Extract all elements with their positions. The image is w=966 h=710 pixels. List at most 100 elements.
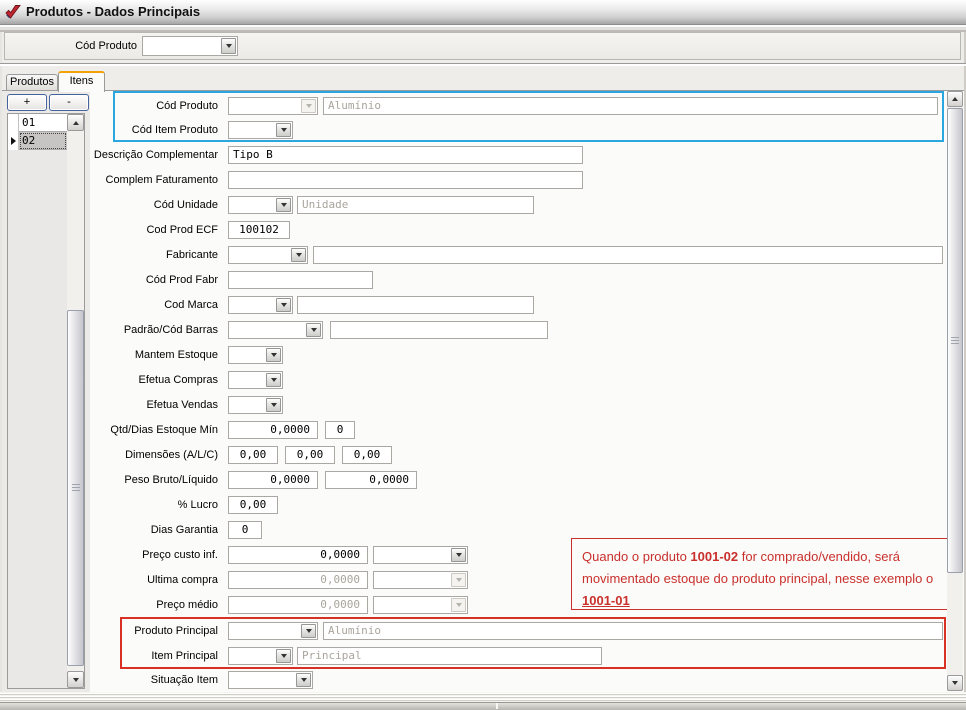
chevron-down-icon[interactable]	[266, 348, 281, 362]
scroll-up-icon[interactable]	[947, 91, 963, 107]
cod-prod-fabr-input[interactable]	[228, 271, 373, 289]
fabricante-desc-input[interactable]	[313, 246, 943, 264]
label-complem-faturamento: Complem Faturamento	[92, 171, 218, 189]
chevron-down-icon[interactable]	[301, 624, 316, 638]
label-produto-principal: Produto Principal	[92, 622, 218, 640]
chevron-down-icon[interactable]	[266, 398, 281, 412]
window-bottom-bar	[0, 702, 966, 710]
item-principal-desc-input[interactable]: Principal	[297, 647, 602, 665]
panel-border	[2, 90, 964, 91]
chevron-down-icon[interactable]	[266, 373, 281, 387]
bottom-bar-divider	[496, 703, 498, 709]
tab-produtos[interactable]: Produtos	[6, 74, 58, 91]
mantem-estoque-select[interactable]: S-Sim	[228, 346, 283, 364]
window-title: Produtos - Dados Principais	[26, 0, 200, 24]
label-efetua-vendas: Efetua Vendas	[92, 396, 218, 414]
dias-garantia-input[interactable]: 0	[228, 521, 262, 539]
chevron-down-icon[interactable]	[221, 38, 236, 54]
scroll-down-icon[interactable]	[67, 671, 84, 688]
cod-produto-toolbar-label: Cód Produto	[40, 32, 137, 60]
peso-liquido-input[interactable]: 0,0000	[325, 471, 417, 489]
produto-principal-desc-input[interactable]: Alumínio	[323, 622, 943, 640]
complem-faturamento-input[interactable]	[228, 171, 583, 189]
status-strip	[0, 692, 966, 702]
chevron-down-icon[interactable]	[301, 99, 316, 113]
efetua-compras-select[interactable]: S-Sim	[228, 371, 283, 389]
preco-medio-date-select[interactable]	[373, 596, 468, 614]
scroll-grip-icon	[72, 484, 80, 492]
descricao-complementar-input[interactable]: Tipo B	[228, 146, 583, 164]
cod-prod-ecf-input[interactable]: 100102	[228, 221, 290, 239]
toolbar-separator	[0, 63, 966, 66]
label-cod-prod-fabr: Cód Prod Fabr	[92, 271, 218, 289]
label-ultima-compra: Ultima compra	[92, 571, 218, 589]
cod-item-produto-select[interactable]: 02	[228, 121, 293, 139]
cod-produto-select[interactable]: 1001	[228, 97, 318, 115]
list-item[interactable]: 01	[8, 114, 67, 132]
scroll-grip-icon	[951, 337, 959, 345]
fabricante-select[interactable]	[228, 246, 308, 264]
cod-produto-desc-input[interactable]: Alumínio	[323, 97, 938, 115]
label-preco-medio: Preço médio	[92, 596, 218, 614]
annotation-note: Quando o produto 1001-02 for comprado/ve…	[571, 538, 948, 610]
preco-medio-input[interactable]: 0,0000	[228, 596, 368, 614]
row-marker	[8, 132, 19, 150]
note-product-code: 1001-02	[690, 549, 738, 564]
chevron-down-icon[interactable]	[276, 198, 291, 212]
label-cod-item-produto: Cód Item Produto	[92, 121, 218, 139]
dimensao-altura-input[interactable]: 0,00	[228, 446, 278, 464]
label-dimensoes: Dimensões (A/L/C)	[92, 446, 218, 464]
padrao-cod-barras-select[interactable]: EAN13	[228, 321, 323, 339]
chevron-down-icon[interactable]	[296, 673, 311, 687]
cod-unidade-select[interactable]: UN	[228, 196, 293, 214]
label-cod-marca: Cod Marca	[92, 296, 218, 314]
dimensao-largura-input[interactable]: 0,00	[285, 446, 335, 464]
item-principal-select[interactable]: 01	[228, 647, 293, 665]
label-cod-unidade: Cód Unidade	[92, 196, 218, 214]
scroll-up-icon[interactable]	[67, 114, 84, 131]
current-row-pointer-icon	[11, 137, 16, 145]
add-item-button[interactable]: +	[7, 94, 47, 111]
ultima-compra-date-select[interactable]	[373, 571, 468, 589]
produto-principal-select[interactable]: 1001	[228, 622, 318, 640]
label-padrao-cod-barras: Padrão/Cód Barras	[92, 321, 218, 339]
note-principal-code: 1001-01	[582, 593, 630, 608]
dias-estoque-min-input[interactable]: 0	[325, 421, 355, 439]
label-cod-prod-ecf: Cod Prod ECF	[92, 221, 218, 239]
cod-marca-desc-input[interactable]	[297, 296, 534, 314]
peso-bruto-input[interactable]: 0,0000	[228, 471, 318, 489]
lucro-input[interactable]: 0,00	[228, 496, 278, 514]
dimensao-comprimento-input[interactable]: 0,00	[342, 446, 392, 464]
situacao-item-select[interactable]: A-Ativo	[228, 671, 313, 689]
list-scrollbar-thumb[interactable]	[67, 310, 84, 666]
ultima-compra-input[interactable]: 0,0000	[228, 571, 368, 589]
chevron-down-icon[interactable]	[291, 248, 306, 262]
cod-marca-select[interactable]	[228, 296, 293, 314]
label-lucro: % Lucro	[92, 496, 218, 514]
row-marker	[8, 114, 19, 132]
app-window: Produtos - Dados Principais Cód Produto …	[0, 0, 966, 710]
label-item-principal: Item Principal	[92, 647, 218, 665]
chevron-down-icon[interactable]	[276, 298, 291, 312]
list-item-selected[interactable]: 02	[8, 132, 67, 150]
cod-unidade-desc-input[interactable]: Unidade	[297, 196, 534, 214]
tab-itens[interactable]: Itens	[58, 71, 105, 92]
chevron-down-icon[interactable]	[451, 598, 466, 612]
efetua-vendas-select[interactable]: S-Sim	[228, 396, 283, 414]
chevron-down-icon[interactable]	[451, 573, 466, 587]
preco-custo-inf-date-select[interactable]: 30/04/2014	[373, 546, 468, 564]
label-efetua-compras: Efetua Compras	[92, 371, 218, 389]
chevron-down-icon[interactable]	[276, 649, 291, 663]
qtd-estoque-min-input[interactable]: 0,0000	[228, 421, 318, 439]
remove-item-button[interactable]: -	[49, 94, 89, 111]
chevron-down-icon[interactable]	[451, 548, 466, 562]
cod-produto-toolbar-select[interactable]: 1001	[142, 36, 238, 56]
chevron-down-icon[interactable]	[276, 123, 291, 137]
chevron-down-icon[interactable]	[306, 323, 321, 337]
title-bar: Produtos - Dados Principais	[0, 0, 966, 25]
scroll-down-icon[interactable]	[947, 675, 963, 691]
cod-barras-input[interactable]	[330, 321, 548, 339]
form-scrollbar-thumb[interactable]	[947, 108, 963, 573]
preco-custo-inf-input[interactable]: 0,0000	[228, 546, 368, 564]
label-cod-produto: Cód Produto	[92, 97, 218, 115]
